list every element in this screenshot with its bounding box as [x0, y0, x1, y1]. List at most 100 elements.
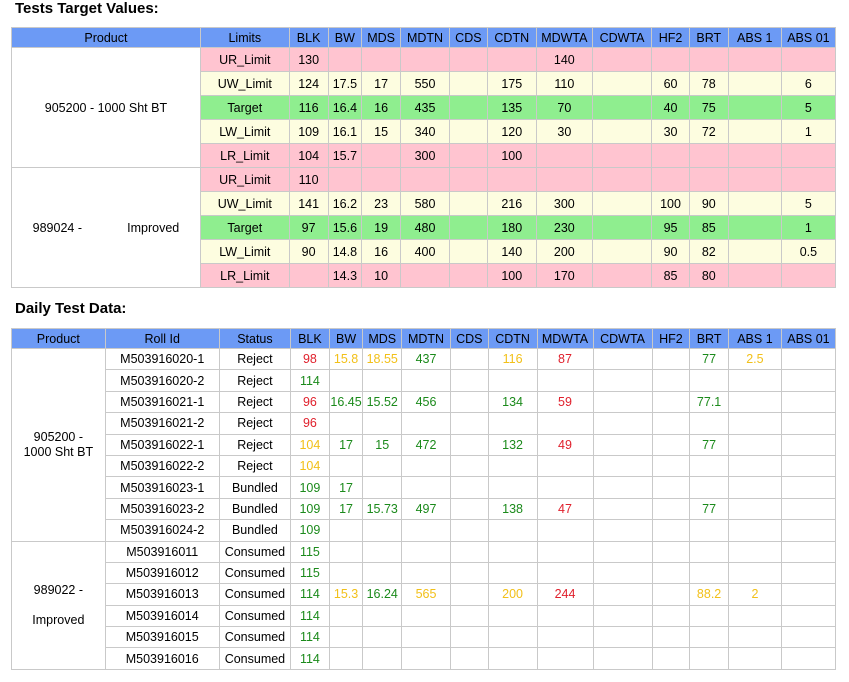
value-cell-hf2: [651, 476, 691, 499]
col-header-mds: MDS: [362, 328, 403, 349]
col-header-cdwta: CDWTA: [592, 328, 653, 349]
value-cell-abs-1: [727, 239, 782, 264]
value-cell-abs-1: [727, 647, 782, 670]
value-cell-mdwta: [536, 519, 594, 542]
value-cell-cdtn: 140: [486, 239, 537, 264]
value-cell-mdwta: 244: [536, 583, 594, 606]
value-cell-hf2: [651, 412, 691, 435]
value-cell-bw: 15.8: [328, 347, 364, 371]
value-cell-abs-1: 2.5: [727, 347, 782, 371]
value-cell-hf2: [651, 497, 691, 521]
value-cell-mds: 15: [361, 119, 401, 144]
table-row: M503916016 Consumed 114: [12, 647, 837, 670]
value-cell-blk: 109: [290, 476, 330, 499]
value-cell-cdwta: [591, 95, 653, 120]
col-header-blk: BLK: [290, 328, 330, 349]
roll-id: M503916012: [104, 561, 220, 585]
value-cell-blk: 141: [288, 191, 329, 216]
value-cell-mds: 18.55: [362, 347, 403, 371]
table-row: M503916021-1 Reject 96 16.45 15.52 456 134 59 77…: [12, 390, 837, 414]
value-cell-brt: [689, 412, 729, 435]
value-cell-hf2: [651, 143, 690, 168]
value-cell-mdtn: [401, 540, 451, 563]
value-cell-cdtn: [486, 167, 537, 192]
value-cell-cdtn: [487, 626, 538, 649]
table-row: M503916015 Consumed 114: [12, 626, 837, 649]
value-cell-cds: [449, 626, 489, 649]
value-cell-blk: 115: [290, 540, 330, 563]
value-cell-mds: [361, 47, 401, 72]
value-cell-mds: 16.24: [362, 583, 403, 606]
value-cell-mdtn: 480: [400, 215, 450, 240]
value-cell-abs-1: [727, 497, 782, 521]
value-cell-cds: [449, 497, 489, 521]
value-cell-cdtn: [487, 561, 538, 585]
value-cell-brt: 77: [689, 347, 729, 371]
value-cell-mds: 17: [361, 71, 401, 96]
value-cell-abs-1: [727, 454, 782, 478]
value-cell-cdtn: [487, 412, 538, 435]
value-cell-cdtn: [486, 47, 537, 72]
roll-id: M503916021-2: [104, 412, 220, 435]
value-cell-cdwta: [592, 497, 653, 521]
value-cell-cds: [449, 604, 489, 628]
product-cell: 989024 - Improved: [11, 167, 201, 288]
status: Bundled: [218, 519, 292, 542]
value-cell-blk: 96: [290, 412, 330, 435]
value-cell-cds: [449, 583, 489, 606]
value-cell-cds: [449, 95, 488, 120]
value-cell-cds: [449, 71, 488, 96]
value-cell-mdtn: [400, 167, 450, 192]
value-cell-hf2: [651, 647, 691, 670]
col-header-cds: CDS: [449, 328, 489, 349]
value-cell-cdwta: [592, 583, 653, 606]
status: Consumed: [218, 647, 292, 670]
limit-label: Target: [199, 95, 290, 120]
col-header-product: Product: [11, 328, 106, 349]
value-cell-mdwta: [536, 412, 594, 435]
value-cell-cds: [449, 561, 489, 585]
value-cell-cdtn: [487, 476, 538, 499]
value-cell-brt: [689, 626, 729, 649]
value-cell-mdtn: 550: [400, 71, 450, 96]
value-cell-mdwta: [535, 143, 593, 168]
col-header-limits: Limits: [199, 27, 290, 48]
value-cell-mdwta: 30: [535, 119, 593, 144]
value-cell-blk: 130: [288, 47, 329, 72]
value-cell-mdtn: [401, 454, 451, 478]
value-cell-mdtn: [401, 412, 451, 435]
roll-id: M503916022-1: [104, 433, 220, 456]
value-cell-mdwta: [535, 167, 593, 192]
limit-label: LW_Limit: [199, 119, 290, 144]
value-cell-hf2: [651, 369, 691, 392]
value-cell-abs-01: 1: [780, 119, 837, 144]
value-cell-cdwta: [592, 433, 653, 456]
value-cell-blk: 104: [290, 454, 330, 478]
value-cell-abs-01: [780, 497, 837, 521]
col-header-mdwta: MDWTA: [535, 27, 593, 48]
value-cell-brt: [689, 454, 729, 478]
value-cell-cdwta: [592, 626, 653, 649]
col-header-mdtn: MDTN: [400, 27, 450, 48]
value-cell-cds: [449, 433, 489, 456]
value-cell-blk: 104: [290, 433, 330, 456]
value-cell-abs-1: [727, 215, 782, 240]
value-cell-cds: [449, 412, 489, 435]
value-cell-blk: 114: [290, 626, 330, 649]
col-header-abs-1: ABS 1: [727, 27, 782, 48]
value-cell-cdtn: 100: [486, 263, 537, 288]
value-cell-cds: [449, 191, 488, 216]
value-cell-mdtn: [400, 47, 450, 72]
value-cell-brt: [688, 143, 729, 168]
value-cell-cdtn: 135: [486, 95, 537, 120]
value-cell-mdtn: [401, 647, 451, 670]
value-cell-mdwta: 59: [536, 390, 594, 414]
table-row: M503916024-2 Bundled 109: [12, 519, 837, 542]
value-cell-hf2: 90: [651, 239, 690, 264]
value-cell-mds: 16: [361, 239, 401, 264]
roll-id: M503916022-2: [104, 454, 220, 478]
value-cell-brt: [689, 604, 729, 628]
value-cell-abs-01: 0.5: [780, 239, 837, 264]
value-cell-mdwta: 230: [535, 215, 593, 240]
value-cell-abs-1: [727, 47, 782, 72]
